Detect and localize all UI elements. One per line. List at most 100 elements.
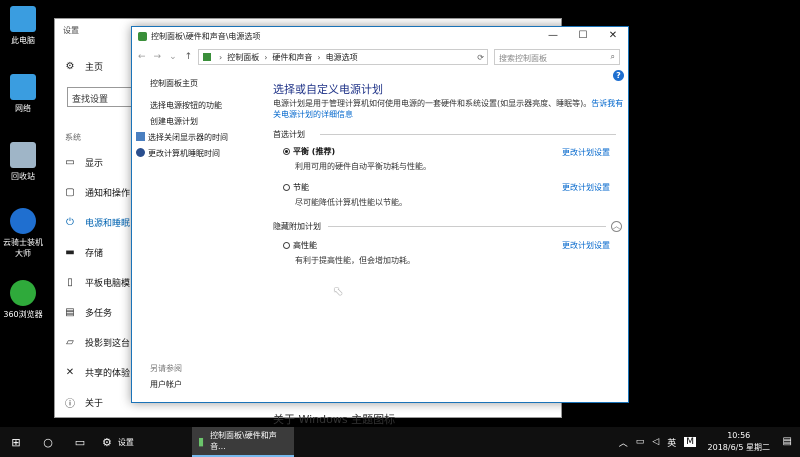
desktop-icon-label: 云骑士装机大师 (3, 238, 43, 258)
collapse-icon[interactable]: ︿ (611, 221, 622, 232)
desktop-icon-network[interactable]: 网络 (2, 74, 44, 114)
address-bar: ← → ⌄ ↑ › 控制面板 › 硬件和声音 › 电源选项 ⟳ 搜索控制面板 ⌕ (132, 47, 628, 67)
divider (328, 226, 606, 227)
network-icon (10, 74, 36, 100)
left-link-power-buttons[interactable]: 选择电源按钮的功能 (150, 100, 222, 111)
settings-nav-shared[interactable]: ✕ 共享的体验 (63, 363, 130, 381)
left-link-home[interactable]: 控制面板主页 (150, 78, 198, 89)
left-link-create-plan[interactable]: 创建电源计划 (150, 116, 198, 127)
share-icon: ✕ (65, 366, 75, 378)
network-icon[interactable]: ▭ (636, 437, 645, 447)
see-also-label: 另请参阅 (150, 364, 182, 373)
radio-button[interactable] (283, 184, 290, 191)
settings-title: 设置 (63, 26, 79, 35)
breadcrumb-item[interactable]: 硬件和声音 (272, 52, 312, 63)
desktop-icon-yunqishi[interactable]: 云骑士装机大师 (2, 208, 44, 259)
hidden-plans-label: 隐藏附加计划 (273, 222, 321, 231)
multitask-icon: ▤ (65, 306, 75, 318)
notification-icon[interactable]: ▤ (783, 436, 792, 447)
radio-button[interactable] (283, 242, 290, 249)
forward-arrow-icon[interactable]: → (154, 52, 162, 62)
taskbar-app-control-panel[interactable]: ▮ 控制面板\硬件和声音... (192, 427, 294, 457)
storage-icon: ▬ (65, 246, 75, 258)
settings-nav-tablet[interactable]: ▯ 平板电脑模 (63, 273, 130, 291)
moon-icon (136, 148, 145, 157)
page-title: 选择或自定义电源计划 (273, 83, 383, 96)
input-method-label[interactable]: 英 (667, 436, 676, 449)
radio-button[interactable] (283, 148, 290, 155)
breadcrumb-separator: › (264, 52, 268, 62)
settings-nav-power[interactable]: ⏻ 电源和睡眠 (63, 213, 130, 231)
clock-date: 2018/6/5 星期二 (707, 443, 770, 452)
search-icon: ⌕ (610, 52, 615, 61)
control-panel-icon (138, 31, 147, 41)
search-input[interactable]: 搜索控制面板 ⌕ (494, 49, 620, 65)
plan-balanced[interactable]: 平衡 (推荐) 利用可用的硬件自动平衡功耗与性能。 (283, 146, 431, 172)
folder-icon (203, 53, 211, 61)
mouse-cursor-icon: ⬉ (333, 284, 344, 298)
cortana-icon[interactable]: ○ (32, 436, 64, 449)
settings-partial-text: 关于 Windows 主题图标 (273, 413, 396, 426)
notification-icon: ▢ (65, 186, 75, 198)
left-link-display-off[interactable]: 选择关闭显示器的时间 (136, 132, 228, 143)
desktop-icon-label: 网络 (15, 104, 31, 113)
plan-power-saver[interactable]: 节能 尽可能降低计算机性能以节能。 (283, 182, 407, 208)
settings-nav-notifications[interactable]: ▢ 通知和操作 (63, 183, 130, 201)
windows-start-icon[interactable]: ⊞ (0, 436, 32, 449)
display-icon: ▭ (65, 156, 75, 168)
system-tray: ︿ ▭ ◁ 英 M (619, 436, 696, 449)
page-description: 电源计划是用于管理计算机如何使用电源的一套硬件和系统设置(如显示器亮度、睡眠等)… (273, 99, 624, 119)
left-link-sleep[interactable]: 更改计算机睡眠时间 (136, 148, 220, 159)
control-panel-icon: ▮ (198, 434, 205, 448)
change-plan-settings-link[interactable]: 更改计划设置 (562, 147, 610, 158)
settings-nav-storage[interactable]: ▬ 存储 (63, 243, 103, 261)
clock[interactable]: 10:56 2018/6/5 星期二 (708, 430, 770, 454)
clock-time: 10:56 (727, 431, 751, 440)
breadcrumb-item[interactable]: 控制面板 (227, 52, 259, 63)
gear-icon: ⚙ (102, 435, 112, 449)
breadcrumb[interactable]: › 控制面板 › 硬件和声音 › 电源选项 ⟳ (198, 49, 488, 65)
divider (320, 134, 616, 135)
settings-category: 系统 (65, 133, 81, 142)
settings-nav-projecting[interactable]: ▱ 投影到这台 (63, 333, 130, 351)
preferred-plans-label: 首选计划 (273, 130, 305, 139)
left-link-user-accounts[interactable]: 用户帐户 (150, 379, 182, 390)
chevron-up-icon[interactable]: ︿ (619, 436, 628, 449)
360-browser-icon (10, 280, 36, 306)
desktop-icon-360-browser[interactable]: 360浏览器 (2, 280, 44, 320)
desktop-icon-label: 360浏览器 (3, 310, 43, 319)
history-chevron-icon[interactable]: ⌄ (169, 52, 177, 62)
task-view-icon[interactable]: ▭ (64, 436, 96, 449)
desktop-icon-label: 回收站 (11, 172, 35, 181)
plan-high-performance[interactable]: 高性能 有利于提高性能，但会增加功耗。 (283, 240, 415, 266)
desktop-icon-recycle-bin[interactable]: 回收站 (2, 142, 44, 182)
up-arrow-icon[interactable]: ↑ (185, 52, 193, 62)
taskbar: ⊞ ○ ▭ ⚙ 设置 ▮ 控制面板\硬件和声音... ︿ ▭ ◁ 英 M 10:… (0, 427, 800, 457)
refresh-icon[interactable]: ⟳ (477, 53, 484, 62)
settings-home[interactable]: ⚙ 主页 (63, 57, 104, 75)
settings-nav-display[interactable]: ▭ 显示 (63, 153, 103, 171)
change-plan-settings-link[interactable]: 更改计划设置 (562, 240, 610, 251)
volume-icon[interactable]: ◁ (652, 437, 659, 447)
recycle-bin-icon (10, 142, 36, 168)
control-panel-window: 控制面板\硬件和声音\电源选项 — ☐ ✕ ← → ⌄ ↑ › 控制面板 › 硬… (131, 26, 629, 403)
close-button[interactable]: ✕ (598, 27, 628, 45)
breadcrumb-separator: › (317, 52, 321, 62)
maximize-button[interactable]: ☐ (568, 27, 598, 45)
desktop-icon-this-pc[interactable]: 此电脑 (2, 6, 44, 46)
settings-nav-multitasking[interactable]: ▤ 多任务 (63, 303, 112, 321)
ime-mode-icon[interactable]: M (684, 437, 696, 447)
desktop-icon-label: 此电脑 (11, 36, 35, 45)
settings-nav-about[interactable]: ⓘ 关于 (63, 393, 103, 411)
info-icon: ⓘ (65, 398, 75, 410)
computer-icon (10, 6, 36, 32)
window-controls: — ☐ ✕ (538, 27, 628, 45)
breadcrumb-item[interactable]: 电源选项 (326, 52, 358, 63)
gear-icon: ⚙ (65, 60, 75, 72)
help-icon[interactable]: ? (613, 70, 624, 81)
window-title: 控制面板\硬件和声音\电源选项 (151, 31, 261, 41)
change-plan-settings-link[interactable]: 更改计划设置 (562, 182, 610, 193)
taskbar-app-settings[interactable]: ⚙ 设置 (96, 427, 192, 457)
minimize-button[interactable]: — (538, 27, 568, 45)
back-arrow-icon[interactable]: ← (138, 52, 146, 62)
